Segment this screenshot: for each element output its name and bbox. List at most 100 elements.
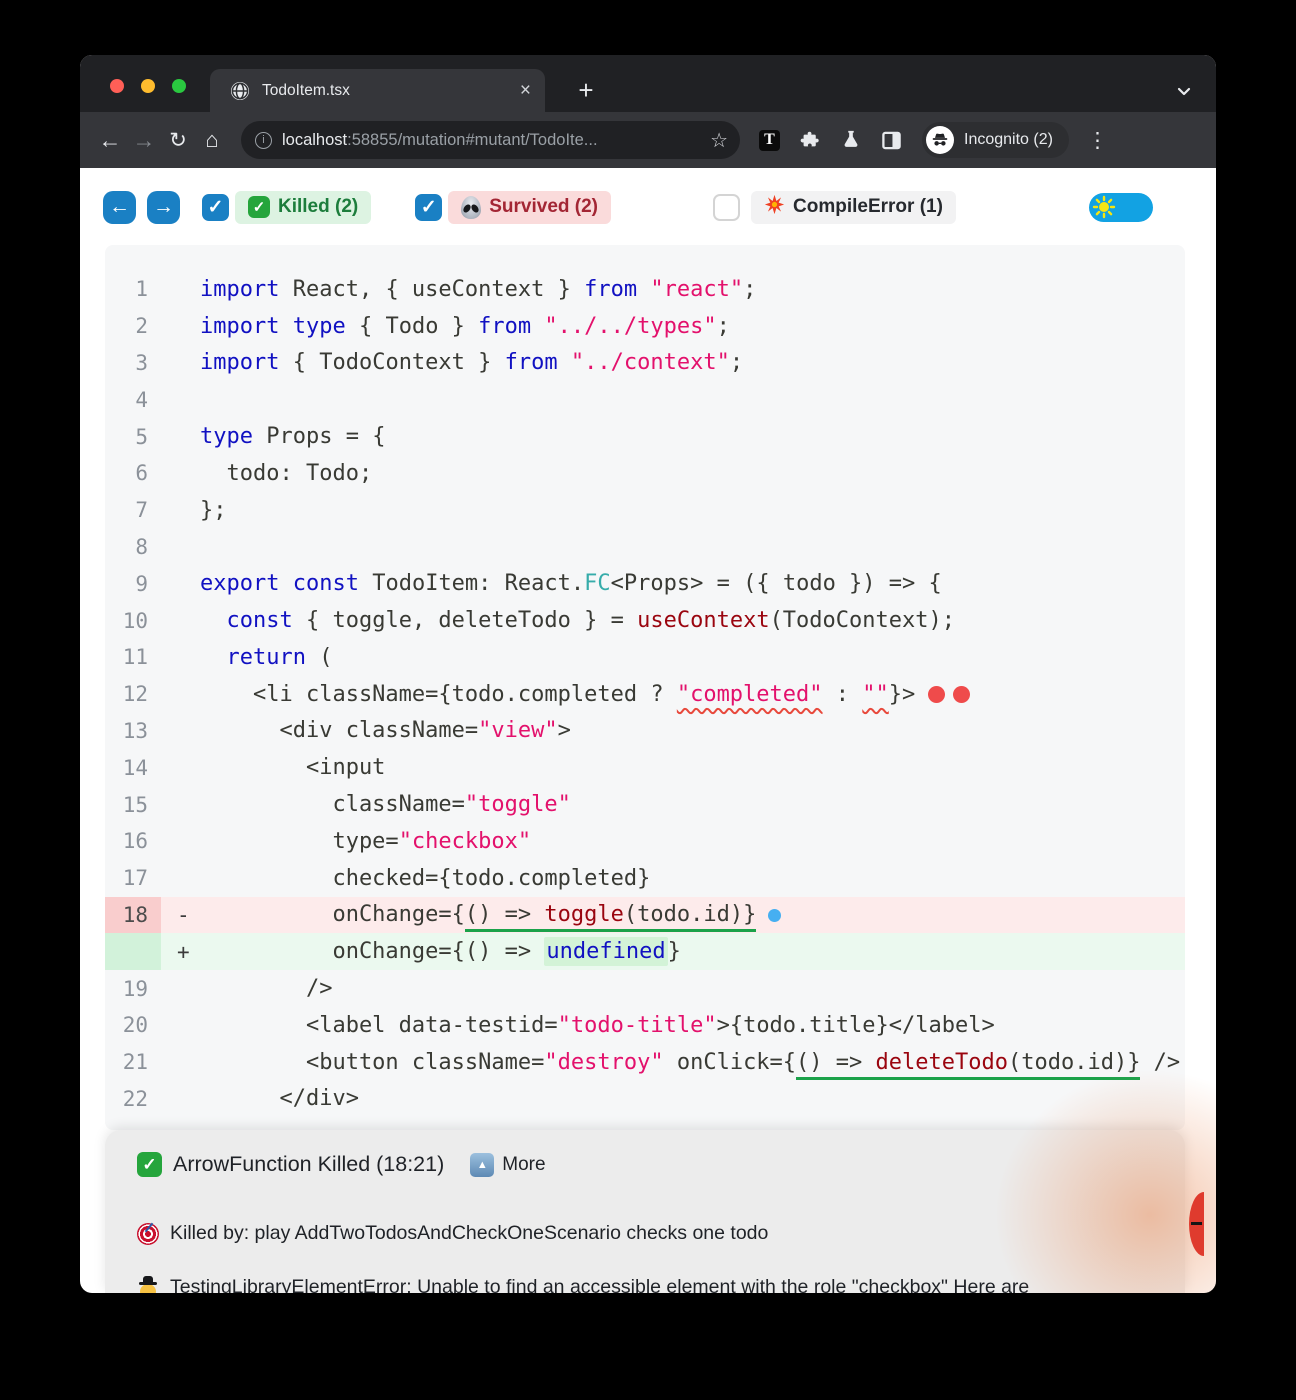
code-text: type Props = { [200, 424, 386, 450]
diff-sign: - [177, 902, 190, 927]
line-number: 11 [122, 645, 148, 670]
url-text[interactable]: localhost:58855/mutation#mutant/TodoIte.… [282, 131, 704, 150]
code-text: <input [200, 755, 386, 781]
code-line: 18- onChange={() => toggle(todo.id)} [105, 896, 1185, 934]
alien-icon [461, 195, 482, 219]
code-line: 17 checked={todo.completed} [105, 860, 1185, 897]
bookmark-star-icon[interactable]: ☆ [710, 128, 728, 153]
code-line: 16 type="checkbox" [105, 823, 1185, 860]
error-text: TestingLibraryElementError: Unable to fi… [170, 1276, 1030, 1293]
more-label: More [502, 1153, 546, 1175]
line-number: 15 [122, 792, 148, 817]
survived-filter-checkbox[interactable]: ✓ [415, 193, 443, 221]
code-line: 11 return ( [105, 639, 1185, 676]
previous-mutant-button[interactable]: ← [103, 190, 136, 224]
line-number: 4 [135, 387, 148, 412]
url-host: localhost [282, 130, 348, 149]
code-text: className="toggle" [200, 792, 571, 818]
code-line: + onChange={() => undefined} [105, 933, 1185, 971]
site-info-icon[interactable]: i [255, 131, 272, 149]
code-text: export const TodoItem: React.FC<Props> =… [200, 571, 942, 597]
code-line: 13 <div className="view"> [105, 713, 1185, 750]
tab-close-icon[interactable]: × [520, 81, 531, 100]
line-number: 9 [135, 571, 148, 596]
chevron-down-icon[interactable] [1172, 79, 1196, 103]
code-line: 2 import type { Todo } from "../../types"… [105, 308, 1185, 345]
address-bar[interactable]: i localhost:58855/mutation#mutant/TodoIt… [241, 121, 740, 159]
check-mark-icon: ✓ [137, 1152, 162, 1177]
mutant-status-header: ✓ ArrowFunction Killed (18:21) ▲ More [137, 1152, 546, 1177]
sun-icon [1092, 195, 1116, 224]
line-number: 17 [122, 866, 148, 891]
line-number: 5 [135, 424, 148, 449]
compile-error-filter-label: CompileError (1) [793, 196, 943, 217]
code-text: import { TodoContext } from "../context"… [200, 350, 744, 376]
browser-tab[interactable]: TodoItem.tsx × [210, 69, 545, 112]
code-line: 1 import React, { useContext } from "reac… [105, 271, 1185, 308]
mutant-dot-red[interactable] [928, 686, 946, 704]
line-number: 14 [122, 755, 148, 780]
target-icon [137, 1222, 159, 1245]
home-icon[interactable]: ⌂ [195, 127, 229, 153]
window-close-button[interactable] [110, 79, 124, 93]
menu-kebab-icon[interactable]: ⋮ [1087, 128, 1108, 153]
line-number: 1 [135, 277, 148, 302]
new-tab-button[interactable]: + [572, 77, 600, 105]
incognito-label: Incognito (2) [964, 131, 1053, 148]
detective-icon [137, 1276, 159, 1293]
killed-by-text: Killed by: play AddTwoTodosAndCheckOneSc… [170, 1222, 769, 1244]
reload-icon[interactable]: ↻ [161, 128, 195, 153]
incognito-icon [926, 126, 954, 154]
line-number: 18 [105, 896, 161, 934]
code-line: 9 export const TodoItem: React.FC<Props> … [105, 565, 1185, 602]
extension-t-icon[interactable]: T [759, 129, 780, 151]
mutant-detail-drawer: ✓ ArrowFunction Killed (18:21) ▲ More Ki… [105, 1130, 1185, 1293]
compile-error-filter-pill[interactable]: CompileError (1) [751, 190, 956, 224]
code-line: 21 <button className="destroy" onClick={… [105, 1044, 1185, 1081]
mutant-dot-blue[interactable] [768, 908, 782, 922]
theme-toggle[interactable] [1089, 192, 1153, 224]
browser-window: TodoItem.tsx × + ← → ↻ ⌂ i localhost:588… [80, 55, 1216, 1293]
incognito-badge[interactable]: Incognito (2) [922, 122, 1069, 158]
code-text: onChange={() => undefined} [200, 937, 681, 967]
code-text: todo: Todo; [200, 460, 373, 486]
code-text: <li className={todo.completed ? "complet… [200, 682, 971, 707]
forward-icon[interactable]: → [127, 127, 161, 154]
compile-error-filter-checkbox[interactable] [713, 193, 740, 221]
tab-title: TodoItem.tsx [262, 81, 350, 99]
line-number: 21 [122, 1050, 148, 1075]
next-mutant-button[interactable]: → [147, 190, 180, 224]
browser-toolbar: ← → ↻ ⌂ i localhost:58855/mutation#mutan… [80, 112, 1216, 168]
code-text: const { toggle, deleteTodo } = useContex… [226, 608, 956, 634]
flask-extension-icon[interactable] [840, 129, 862, 151]
back-icon[interactable]: ← [93, 127, 127, 154]
more-toggle[interactable]: ▲ More [470, 1152, 546, 1177]
side-panel-extension-icon[interactable] [881, 130, 902, 151]
code-text: </div> [200, 1086, 359, 1112]
mutant-filter-bar: ← → ✓ ✓ Killed (2) ✓ Survived (2) Compil… [103, 190, 1193, 224]
line-number: 8 [135, 534, 148, 559]
killed-filter-pill[interactable]: ✓ Killed (2) [235, 190, 372, 224]
code-text: }; [200, 497, 227, 523]
up-arrow-icon: ▲ [470, 1152, 495, 1177]
line-number: 3 [135, 350, 148, 375]
code-line: 3 import { TodoContext } from "../context… [105, 345, 1185, 382]
mutant-dot-red[interactable] [953, 686, 971, 704]
mutant-marker-button[interactable] [1189, 1192, 1204, 1256]
line-number: 20 [122, 1013, 148, 1038]
extensions-puzzle-icon[interactable] [799, 129, 821, 151]
url-path: :58855/mutation#mutant/TodoIte... [347, 130, 598, 149]
code-line: 19 /> [105, 970, 1185, 1007]
line-number: 13 [122, 718, 148, 743]
killed-by-row: Killed by: play AddTwoTodosAndCheckOneSc… [137, 1222, 768, 1245]
survived-filter-pill[interactable]: Survived (2) [448, 190, 611, 224]
code-line: 14 <input [105, 749, 1185, 786]
code-line: 22 </div> [105, 1081, 1185, 1118]
window-zoom-button[interactable] [172, 79, 186, 93]
killed-filter-checkbox[interactable]: ✓ [202, 193, 229, 221]
line-number: 10 [122, 608, 148, 633]
window-minimize-button[interactable] [141, 79, 155, 93]
line-number: 22 [122, 1086, 148, 1111]
code-text: <div className="view"> [200, 718, 571, 744]
code-text: return ( [226, 644, 333, 670]
